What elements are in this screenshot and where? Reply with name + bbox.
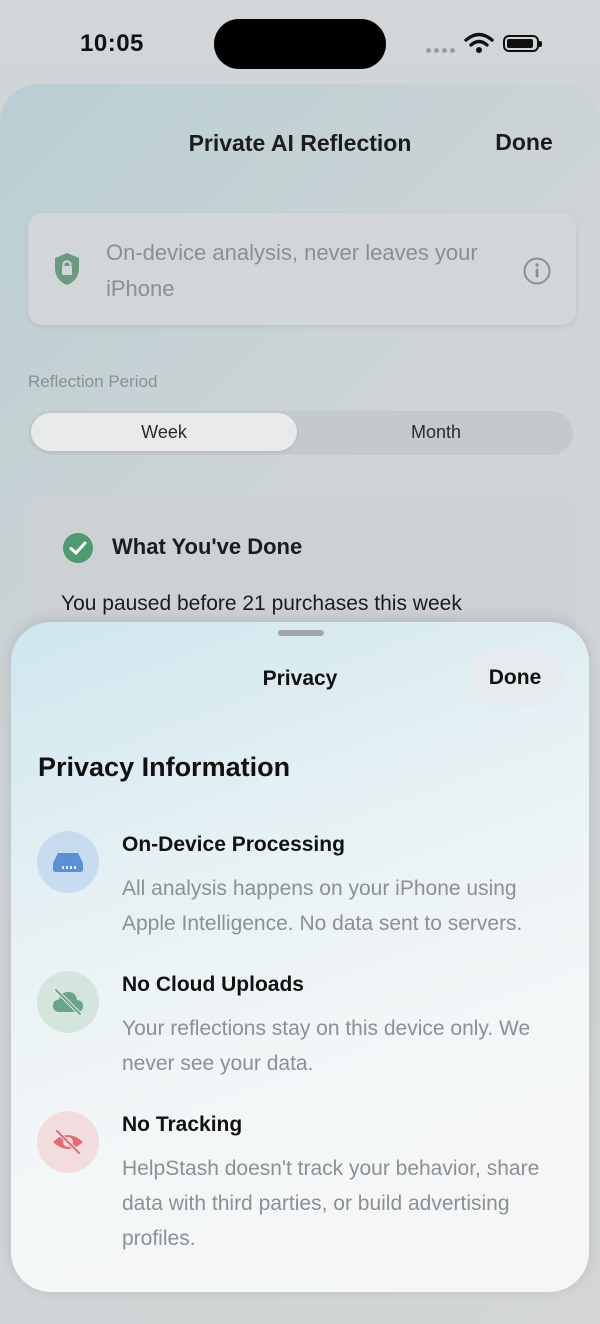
dynamic-island [214,19,386,69]
period-segmented-control[interactable]: Week Month [28,411,573,455]
segment-month[interactable]: Month [303,413,569,451]
sheet-done-button[interactable]: Done [467,650,563,706]
item-title: No Tracking [122,1113,243,1136]
item-description: HelpStash doesn't track your behavior, s… [122,1157,540,1250]
eye-slash-icon [37,1111,99,1173]
privacy-info-card[interactable]: On-device analysis, never leaves your iP… [28,213,576,325]
item-title: On-Device Processing [122,833,345,856]
item-description: Your reflections stay on this device onl… [122,1017,531,1075]
info-card-text: On-device analysis, never leaves your iP… [106,240,478,301]
reflection-done-button[interactable]: Done [478,112,570,172]
info-icon[interactable] [522,256,552,291]
reflection-period-label: Reflection Period [28,372,158,391]
segment-week[interactable]: Week [31,413,297,451]
item-description: All analysis happens on your iPhone usin… [122,877,523,935]
summary-card-title: What You've Done [112,534,303,559]
status-time: 10:05 [80,30,144,57]
cellular-signal-icon [426,48,455,53]
status-bar: 10:05 [0,0,600,90]
checkmark-circle-icon [62,532,94,569]
summary-card-line: You paused before 21 purchases this week [61,592,462,615]
sheet-grabber[interactable] [278,630,324,636]
privacy-sheet: Privacy Done Privacy Information On-Devi… [11,622,589,1292]
drive-icon [37,831,99,893]
shield-lock-icon [52,251,82,292]
privacy-heading: Privacy Information [38,752,291,782]
battery-icon [503,35,542,52]
cloud-slash-icon [37,971,99,1033]
wifi-icon [464,32,494,59]
item-title: No Cloud Uploads [122,973,304,996]
